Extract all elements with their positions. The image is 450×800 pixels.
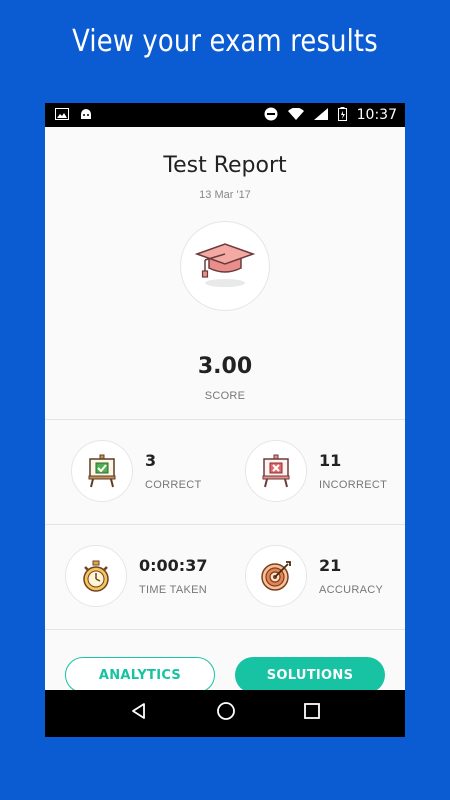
- stat-accuracy: 21 ACCURACY: [245, 545, 383, 607]
- image-notification-icon: [55, 107, 69, 123]
- report-date: 13 Mar '17: [199, 189, 251, 201]
- incorrect-easel-icon: [245, 440, 307, 502]
- divider: [45, 419, 405, 420]
- navigation-bar: [45, 690, 405, 737]
- incorrect-count: 11: [319, 451, 342, 470]
- status-time: 10:37: [356, 107, 397, 123]
- page-title: Test Report: [163, 153, 287, 178]
- stat-correct: 3 CORRECT: [71, 440, 202, 502]
- wifi-icon: [287, 107, 304, 123]
- signal-icon: [313, 107, 328, 123]
- battery-icon: [337, 106, 347, 124]
- graduation-cap-badge: [180, 221, 270, 311]
- score-value: 3.00: [197, 354, 253, 379]
- analytics-button[interactable]: ANALYTICS: [65, 657, 215, 693]
- correct-easel-icon: [71, 440, 133, 502]
- phone-screen: 10:37 Test Report 13 Mar '17 3.00 SCORE: [45, 103, 405, 737]
- divider: [45, 524, 405, 525]
- do-not-disturb-icon: [264, 107, 278, 124]
- incorrect-label: INCORRECT: [319, 479, 388, 491]
- target-icon: [245, 545, 307, 607]
- recents-icon[interactable]: [303, 702, 321, 725]
- time-taken-value: 0:00:37: [139, 556, 208, 575]
- score-label: SCORE: [204, 390, 246, 402]
- status-bar: 10:37: [45, 103, 405, 127]
- accuracy-label: ACCURACY: [319, 584, 384, 596]
- stat-incorrect: 11 INCORRECT: [245, 440, 387, 502]
- home-icon[interactable]: [216, 701, 236, 726]
- divider: [45, 629, 405, 630]
- stopwatch-icon: [65, 545, 127, 607]
- back-icon[interactable]: [129, 701, 149, 726]
- accuracy-value: 21: [319, 556, 342, 575]
- graduation-cap-icon: [194, 236, 256, 297]
- time-taken-label: TIME TAKEN: [139, 584, 207, 596]
- report-content: Test Report 13 Mar '17 3.00 SCORE 3 CORR…: [45, 127, 405, 693]
- solutions-button[interactable]: SOLUTIONS: [235, 657, 385, 693]
- stat-time-taken: 0:00:37 TIME TAKEN: [65, 545, 207, 607]
- promo-headline: View your exam results: [72, 24, 378, 59]
- android-notification-icon: [79, 107, 93, 123]
- correct-count: 3: [145, 451, 157, 470]
- correct-label: CORRECT: [145, 479, 202, 491]
